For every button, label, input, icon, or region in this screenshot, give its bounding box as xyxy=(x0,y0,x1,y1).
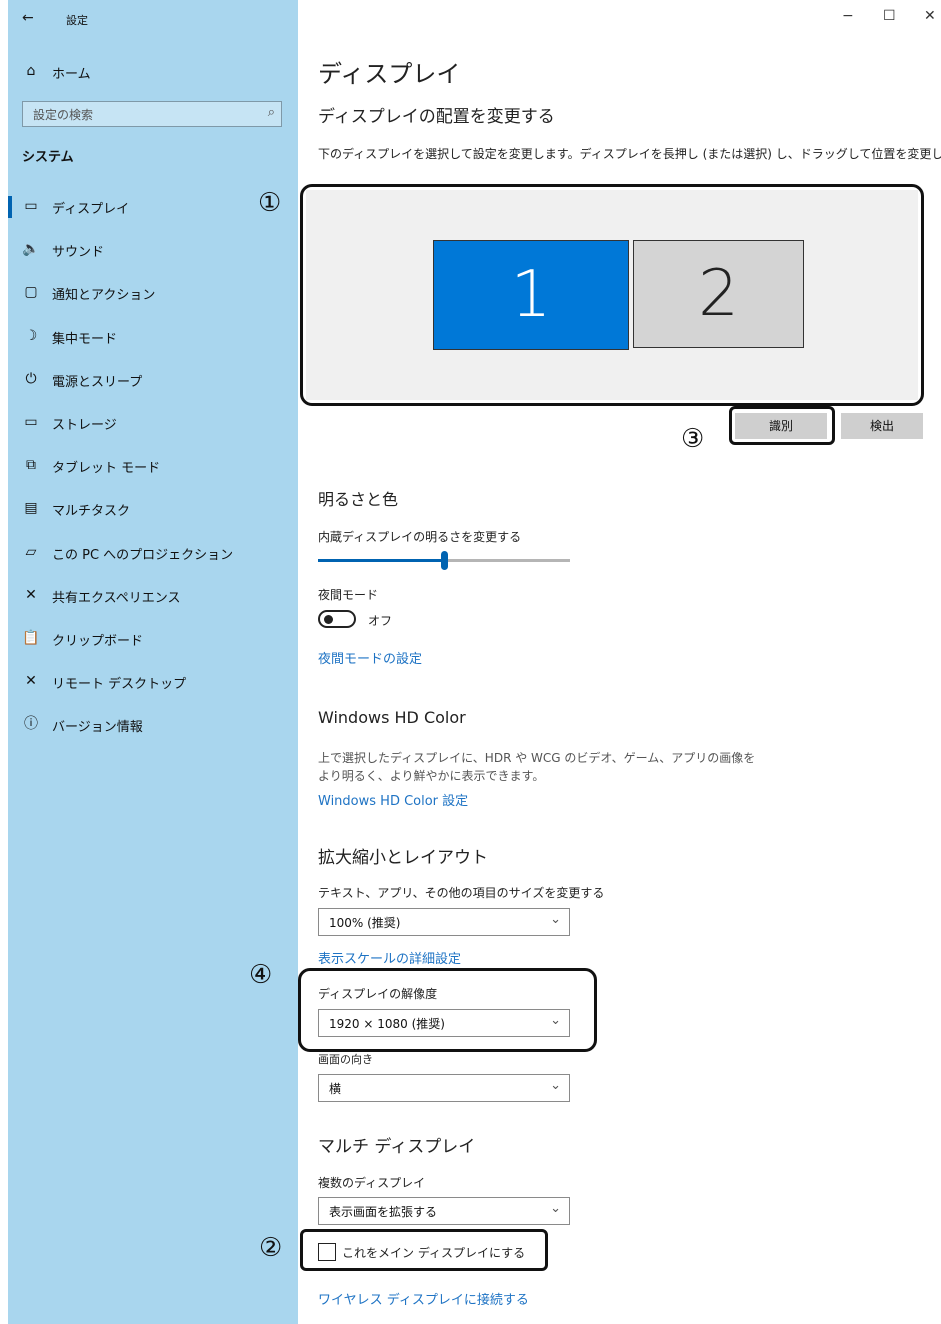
hd-color-desc-1: 上で選択したディスプレイに、HDR や WCG のビデオ、ゲーム、アプリの画像を xyxy=(318,751,756,765)
arrange-description: 下のディスプレイを選択して設定を変更します。ディスプレイを長押し (または選択)… xyxy=(318,147,941,161)
sidebar-item[interactable]: ▱ この PC へのプロジェクション xyxy=(8,536,298,570)
orientation-label: 画面の向き xyxy=(318,1053,373,1066)
projection-icon: ▱ xyxy=(25,544,37,560)
orientation-dropdown[interactable]: 横 ⌄ xyxy=(318,1074,570,1102)
tablet-icon: ⧉ xyxy=(26,457,36,473)
sidebar-item-label: 集中モード xyxy=(52,332,118,347)
night-mode-label: 夜間モード xyxy=(318,588,379,602)
sidebar-item-label: クリップボード xyxy=(52,634,144,649)
sidebar-item-label: サウンド xyxy=(52,245,105,260)
sidebar-item-label: リモート デスクトップ xyxy=(52,677,187,692)
sidebar-item[interactable]: ✕ 共有エクスペリエンス xyxy=(8,579,298,613)
callout-4-number: ④ xyxy=(249,960,273,990)
brightness-slider-fill xyxy=(318,559,444,562)
multi-display-label: 複数のディスプレイ xyxy=(318,1176,426,1190)
detect-button[interactable]: 検出 xyxy=(841,413,923,439)
info-icon: ⓘ xyxy=(24,716,38,732)
brightness-slider-thumb[interactable] xyxy=(441,551,448,570)
storage-icon: ▭ xyxy=(24,414,38,430)
night-mode-state: オフ xyxy=(368,614,393,628)
sidebar-item-label: タブレット モード xyxy=(52,461,161,476)
hd-color-heading: Windows HD Color xyxy=(318,708,466,727)
multi-display-value: 表示画面を拡張する xyxy=(329,1205,438,1219)
search-input[interactable]: 設定の検索 ⌕ xyxy=(22,101,282,127)
sidebar-item[interactable]: ⧉ タブレット モード xyxy=(8,449,298,483)
advanced-scaling-link[interactable]: 表示スケールの詳細設定 xyxy=(318,948,461,967)
callout-3-number: ③ xyxy=(681,424,705,454)
callout-4-box xyxy=(298,968,597,1052)
sidebar-item[interactable]: 🔈 サウンド xyxy=(8,233,298,267)
night-mode-settings-link[interactable]: 夜間モードの設定 xyxy=(318,648,422,667)
window-title: 設定 xyxy=(66,14,88,27)
multi-display-dropdown[interactable]: 表示画面を拡張する ⌄ xyxy=(318,1197,570,1225)
sidebar-item[interactable]: ▭ ディスプレイ xyxy=(8,190,298,224)
multitask-icon: ▤ xyxy=(24,500,38,516)
search-icon: ⌕ xyxy=(267,105,275,120)
arrange-heading: ディスプレイの配置を変更する xyxy=(318,107,555,127)
power-icon: ⏻ xyxy=(25,371,37,387)
sidebar-item-label: バージョン情報 xyxy=(52,720,143,735)
callout-1-box xyxy=(300,184,924,406)
brightness-label: 内蔵ディスプレイの明るさを変更する xyxy=(318,530,522,544)
sidebar-item[interactable]: ☽ 集中モード xyxy=(8,320,298,354)
speaker-icon: 🔈 xyxy=(22,241,40,257)
search-placeholder: 設定の検索 xyxy=(33,108,94,122)
scale-dropdown[interactable]: 100% (推奨) ⌄ xyxy=(318,908,570,936)
sidebar-item[interactable]: 📋 クリップボード xyxy=(8,622,298,656)
minimize-button[interactable]: − xyxy=(842,8,854,24)
sidebar-item-label: ホーム xyxy=(52,67,91,82)
scale-value: 100% (推奨) xyxy=(329,916,401,930)
sidebar-item-label: 電源とスリープ xyxy=(52,375,143,390)
callout-3-box xyxy=(729,406,835,445)
scale-label: テキスト、アプリ、その他の項目のサイズを変更する xyxy=(318,886,605,900)
wireless-display-link[interactable]: ワイヤレス ディスプレイに接続する xyxy=(318,1289,529,1308)
home-icon: ⌂ xyxy=(26,63,36,79)
sidebar-item-label: ストレージ xyxy=(52,418,117,433)
page-title: ディスプレイ xyxy=(318,60,461,88)
sidebar-item[interactable]: ⓘ バージョン情報 xyxy=(8,708,298,742)
sidebar-item-label: ディスプレイ xyxy=(52,202,130,217)
callout-1-number: ① xyxy=(258,188,282,218)
remote-icon: ✕ xyxy=(25,673,37,689)
night-mode-toggle[interactable] xyxy=(318,610,356,628)
sidebar-item[interactable]: ✕ リモート デスクトップ xyxy=(8,665,298,699)
notification-icon: ▢ xyxy=(24,284,38,300)
toggle-knob xyxy=(324,615,333,624)
sidebar-item[interactable]: ▢ 通知とアクション xyxy=(8,276,298,310)
sidebar-item-label: この PC へのプロジェクション xyxy=(52,548,234,563)
active-indicator xyxy=(8,196,12,218)
moon-icon: ☽ xyxy=(24,328,38,344)
sidebar-item[interactable]: ▭ ストレージ xyxy=(8,406,298,440)
callout-2-number: ② xyxy=(259,1233,283,1263)
close-button[interactable]: ✕ xyxy=(924,8,936,24)
orientation-value: 横 xyxy=(329,1082,342,1096)
brightness-heading: 明るさと色 xyxy=(318,490,399,509)
sidebar-item-label: 共有エクスペリエンス xyxy=(52,591,181,606)
shared-icon: ✕ xyxy=(25,587,37,603)
back-arrow-icon[interactable]: ← xyxy=(22,10,34,26)
scale-heading: 拡大縮小とレイアウト xyxy=(318,848,488,868)
multi-display-heading: マルチ ディスプレイ xyxy=(318,1137,476,1157)
sidebar-item[interactable]: ▤ マルチタスク xyxy=(8,492,298,526)
monitor-icon: ▭ xyxy=(24,198,38,214)
sidebar-item[interactable]: ⏻ 電源とスリープ xyxy=(8,363,298,397)
sidebar-item-label: マルチタスク xyxy=(52,504,131,519)
sidebar-item-label: 通知とアクション xyxy=(52,288,156,303)
section-title: システム xyxy=(22,150,74,165)
sidebar-item-home[interactable]: ⌂ ホーム xyxy=(8,55,298,89)
brightness-slider-track[interactable] xyxy=(318,551,570,570)
chevron-down-icon: ⌄ xyxy=(550,1201,561,1216)
sidebar: ← 設定 ⌂ ホーム 設定の検索 ⌕ システム ▭ ディスプレイ 🔈 サウンド ▢ 通知と… xyxy=(8,0,298,1324)
chevron-down-icon: ⌄ xyxy=(550,912,561,927)
clipboard-icon: 📋 xyxy=(22,630,40,646)
hd-color-link[interactable]: Windows HD Color 設定 xyxy=(318,790,468,809)
callout-2-box xyxy=(300,1229,548,1271)
hd-color-desc-2: より明るく、より鮮やかに表示できます。 xyxy=(318,769,545,783)
chevron-down-icon: ⌄ xyxy=(550,1078,561,1093)
maximize-button[interactable]: ☐ xyxy=(883,8,896,24)
